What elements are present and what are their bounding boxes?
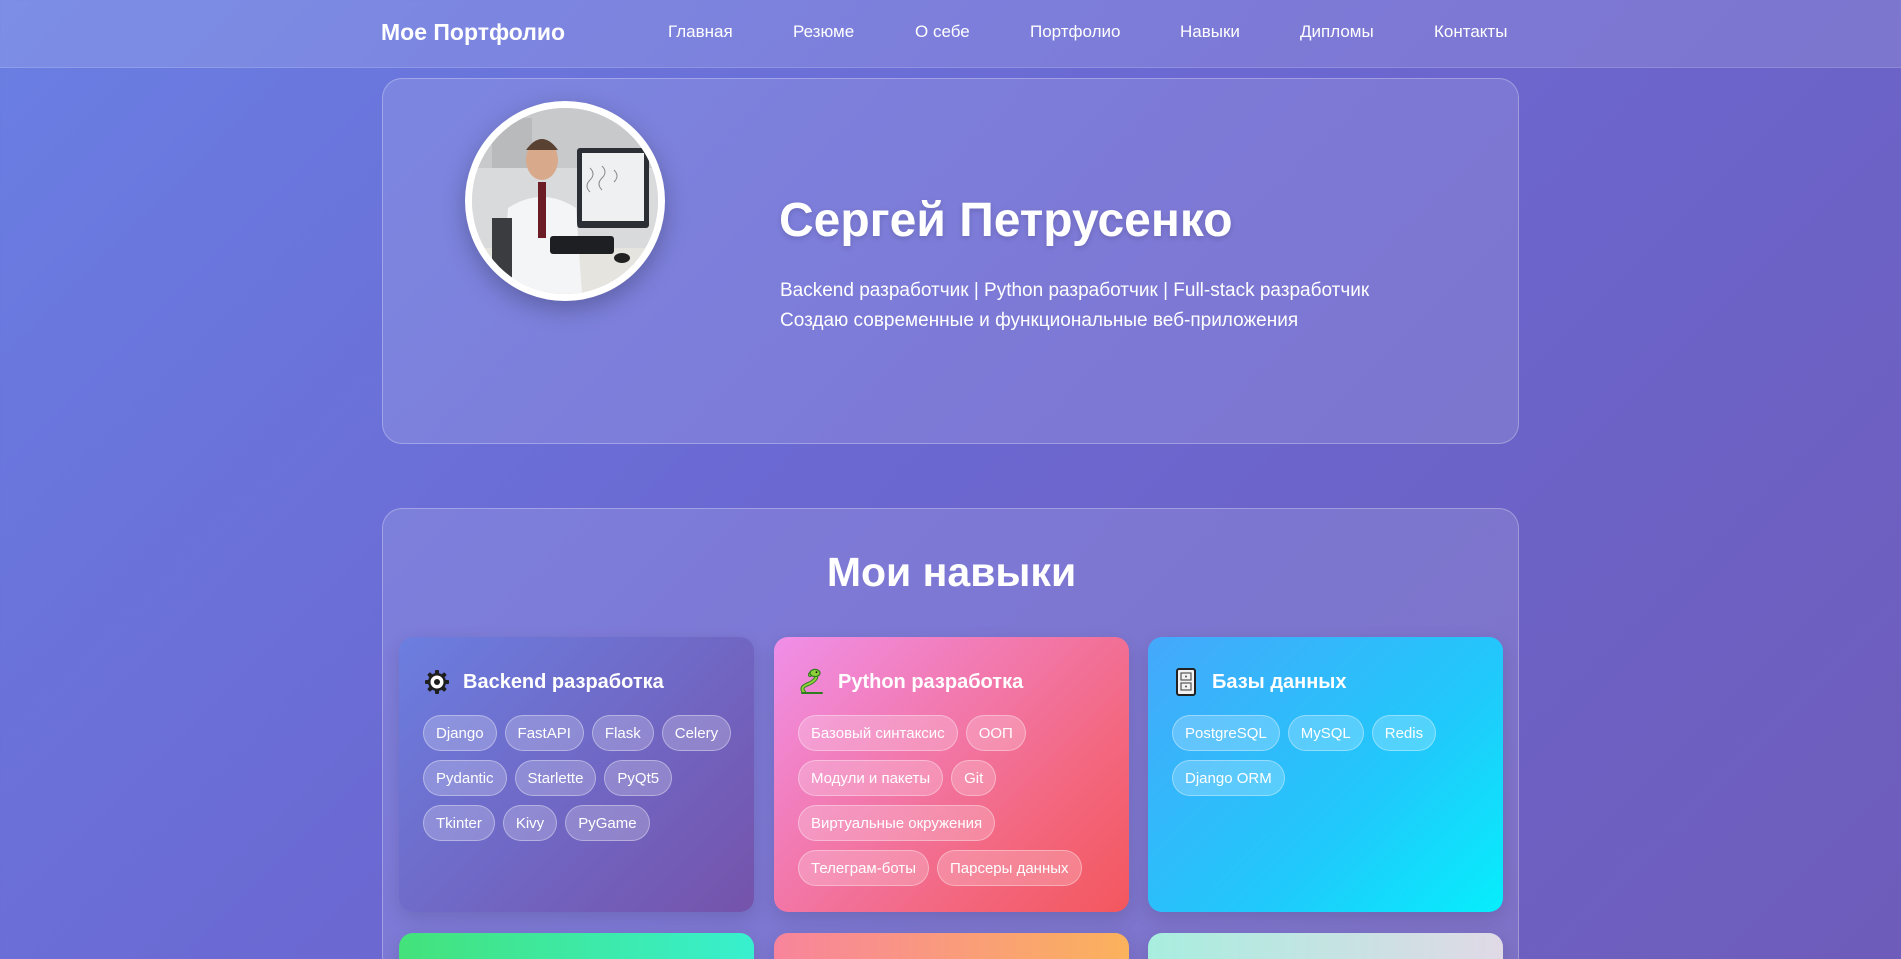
card-title: Backend разработка bbox=[463, 670, 664, 693]
card-header: Базы данных bbox=[1172, 667, 1347, 697]
hero-section: Сергей Петрусенко Backend разработчик | … bbox=[382, 78, 1519, 444]
skill-card-databases: Базы данных PostgreSQL MySQL Redis Djang… bbox=[1148, 637, 1503, 912]
card-title: Python разработка bbox=[838, 670, 1024, 693]
skill-tag: PyQt5 bbox=[604, 760, 673, 796]
nav-link-home[interactable]: Главная bbox=[668, 22, 733, 42]
card-header: Python разработка bbox=[798, 667, 1023, 697]
skills-title: Мои навыки bbox=[826, 549, 1077, 595]
avatar bbox=[465, 101, 665, 301]
skill-tag: Django ORM bbox=[1172, 760, 1285, 796]
skill-card-partial bbox=[399, 933, 754, 959]
skill-tag: Celery bbox=[661, 715, 732, 751]
nav-link-about[interactable]: О себе bbox=[915, 22, 970, 42]
profile-photo bbox=[472, 108, 658, 294]
skill-tag: Виртуальные окружения bbox=[798, 805, 996, 841]
top-navbar: Мое Портфолио Главная Резюме О себе Порт… bbox=[0, 0, 1901, 68]
nav-links: Главная Резюме О себе Портфолио Навыки Д… bbox=[0, 22, 1901, 46]
nav-link-skills[interactable]: Навыки bbox=[1180, 22, 1240, 42]
card-title: Базы данных bbox=[1212, 670, 1347, 693]
hero-subtitle-roles: Backend разработчик | Python разработчик… bbox=[780, 280, 1370, 301]
skill-tag: Tkinter bbox=[423, 805, 495, 841]
skill-tag: ООП bbox=[965, 715, 1026, 751]
skill-tag: Базовый синтаксис bbox=[798, 715, 958, 751]
nav-link-diplomas[interactable]: Дипломы bbox=[1300, 22, 1374, 42]
database-icon bbox=[1172, 668, 1200, 696]
skill-tag: Django bbox=[423, 715, 497, 751]
hero-name: Сергей Петрусенко bbox=[779, 194, 1233, 247]
skill-card-python: Python разработка Базовый синтаксис ООП … bbox=[774, 637, 1129, 912]
skill-card-partial bbox=[774, 933, 1129, 959]
skill-tag: Pydantic bbox=[423, 760, 507, 796]
snake-icon bbox=[798, 668, 826, 696]
skill-tag: Flask bbox=[591, 715, 654, 751]
hero-subtitle-tagline: Создаю современные и функциональные веб-… bbox=[780, 310, 1299, 331]
tag-list: Django FastAPI Flask Celery Pydantic Sta… bbox=[423, 715, 743, 841]
skills-section: Мои навыки Backend разработка Django Fas… bbox=[382, 508, 1519, 959]
nav-link-portfolio[interactable]: Портфолио bbox=[1030, 22, 1120, 42]
skill-tag: PyGame bbox=[565, 805, 650, 841]
skill-tag: Starlette bbox=[514, 760, 597, 796]
tag-list: PostgreSQL MySQL Redis Django ORM bbox=[1172, 715, 1492, 796]
skill-tag: Модули и пакеты bbox=[798, 760, 944, 796]
card-header: Backend разработка bbox=[423, 667, 664, 697]
skill-tag: PostgreSQL bbox=[1172, 715, 1280, 751]
nav-link-contacts[interactable]: Контакты bbox=[1434, 22, 1507, 42]
skill-card-backend: Backend разработка Django FastAPI Flask … bbox=[399, 637, 754, 912]
skill-tag: FastAPI bbox=[504, 715, 584, 751]
skill-tag: Git bbox=[951, 760, 997, 796]
skill-tag: Kivy bbox=[502, 805, 558, 841]
skill-tag: MySQL bbox=[1287, 715, 1364, 751]
skill-tag: Redis bbox=[1371, 715, 1437, 751]
nav-link-resume[interactable]: Резюме bbox=[793, 22, 854, 42]
gear-icon bbox=[423, 668, 451, 696]
tag-list: Базовый синтаксис ООП Модули и пакеты Gi… bbox=[798, 715, 1118, 886]
skill-tag: Парсеры данных bbox=[936, 850, 1082, 886]
skill-tag: Телеграм-боты bbox=[798, 850, 929, 886]
skill-card-partial bbox=[1148, 933, 1503, 959]
